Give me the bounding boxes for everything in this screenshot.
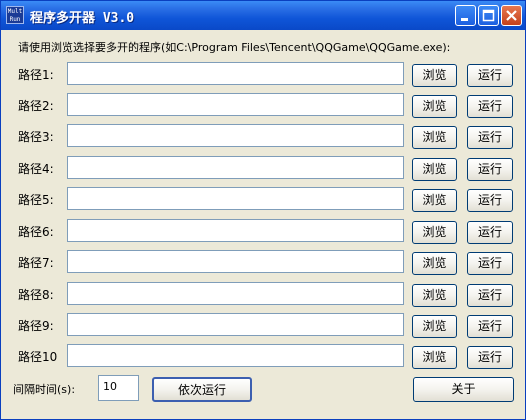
- path-row-10: 路径10 浏览 运行: [1, 344, 525, 369]
- run-button-6[interactable]: 运行: [467, 221, 513, 244]
- close-button[interactable]: [501, 5, 522, 26]
- interval-label: 间隔时间(s):: [13, 383, 76, 396]
- window-title: 程序多开器 V3.0: [30, 11, 135, 26]
- instruction-text: 请使用浏览选择要多开的程序(如C:\Program Files\Tencent\…: [18, 41, 451, 54]
- path-input-9[interactable]: [67, 313, 404, 336]
- run-button-8[interactable]: 运行: [467, 284, 513, 307]
- path-row-1: 路径1: 浏览 运行: [1, 62, 525, 87]
- path-row-7: 路径7: 浏览 运行: [1, 250, 525, 275]
- path-label: 路径10: [18, 350, 58, 364]
- path-input-3[interactable]: [67, 124, 404, 147]
- title-bar[interactable]: Mult Run 程序多开器 V3.0: [1, 1, 525, 30]
- path-label: 路径1:: [18, 68, 54, 82]
- close-icon: [506, 10, 517, 21]
- run-button-3[interactable]: 运行: [467, 126, 513, 149]
- browse-button-7[interactable]: 浏览: [412, 252, 457, 275]
- run-button-9[interactable]: 运行: [467, 315, 513, 338]
- minimize-icon: [461, 18, 468, 21]
- path-label: 路径3:: [18, 130, 54, 144]
- path-row-5: 路径5: 浏览 运行: [1, 187, 525, 212]
- run-sequential-button[interactable]: 依次运行: [152, 377, 252, 402]
- path-label: 路径7:: [18, 256, 54, 270]
- maximize-icon: [482, 9, 495, 22]
- path-row-3: 路径3: 浏览 运行: [1, 124, 525, 149]
- run-button-7[interactable]: 运行: [467, 252, 513, 275]
- path-input-10[interactable]: [67, 344, 404, 367]
- browse-button-9[interactable]: 浏览: [412, 315, 457, 338]
- browse-button-2[interactable]: 浏览: [412, 95, 457, 118]
- path-input-1[interactable]: [67, 62, 404, 85]
- browse-button-1[interactable]: 浏览: [412, 64, 457, 87]
- browse-button-10[interactable]: 浏览: [412, 346, 457, 369]
- run-button-5[interactable]: 运行: [467, 189, 513, 212]
- path-row-8: 路径8: 浏览 运行: [1, 282, 525, 307]
- about-button[interactable]: 关于: [413, 377, 514, 402]
- main-window: Mult Run 程序多开器 V3.0 请使用浏览选择要多开的程序(如C:\Pr…: [0, 0, 526, 420]
- path-input-7[interactable]: [67, 250, 404, 273]
- maximize-button[interactable]: [478, 5, 499, 26]
- browse-button-8[interactable]: 浏览: [412, 284, 457, 307]
- path-label: 路径5:: [18, 193, 54, 207]
- path-input-4[interactable]: [67, 156, 404, 179]
- browse-button-3[interactable]: 浏览: [412, 126, 457, 149]
- path-row-2: 路径2: 浏览 运行: [1, 93, 525, 118]
- path-label: 路径6:: [18, 225, 54, 239]
- run-button-1[interactable]: 运行: [467, 64, 513, 87]
- path-input-2[interactable]: [67, 93, 404, 116]
- path-label: 路径4:: [18, 162, 54, 176]
- path-input-8[interactable]: [67, 282, 404, 305]
- path-input-6[interactable]: [67, 219, 404, 242]
- run-button-10[interactable]: 运行: [467, 346, 513, 369]
- path-label: 路径2:: [18, 99, 54, 113]
- interval-input[interactable]: 10: [98, 375, 139, 401]
- browse-button-5[interactable]: 浏览: [412, 189, 457, 212]
- path-row-6: 路径6: 浏览 运行: [1, 219, 525, 244]
- minimize-button[interactable]: [455, 5, 476, 26]
- path-row-9: 路径9: 浏览 运行: [1, 313, 525, 338]
- app-icon: Mult Run: [6, 6, 24, 24]
- run-button-2[interactable]: 运行: [467, 95, 513, 118]
- app-icon-text-top: Mult: [7, 8, 23, 15]
- browse-button-4[interactable]: 浏览: [412, 158, 457, 181]
- path-label: 路径8:: [18, 288, 54, 302]
- browse-button-6[interactable]: 浏览: [412, 221, 457, 244]
- run-button-4[interactable]: 运行: [467, 158, 513, 181]
- path-label: 路径9:: [18, 319, 54, 333]
- path-input-5[interactable]: [67, 187, 404, 210]
- path-row-4: 路径4: 浏览 运行: [1, 156, 525, 181]
- app-icon-text-bottom: Run: [9, 16, 21, 23]
